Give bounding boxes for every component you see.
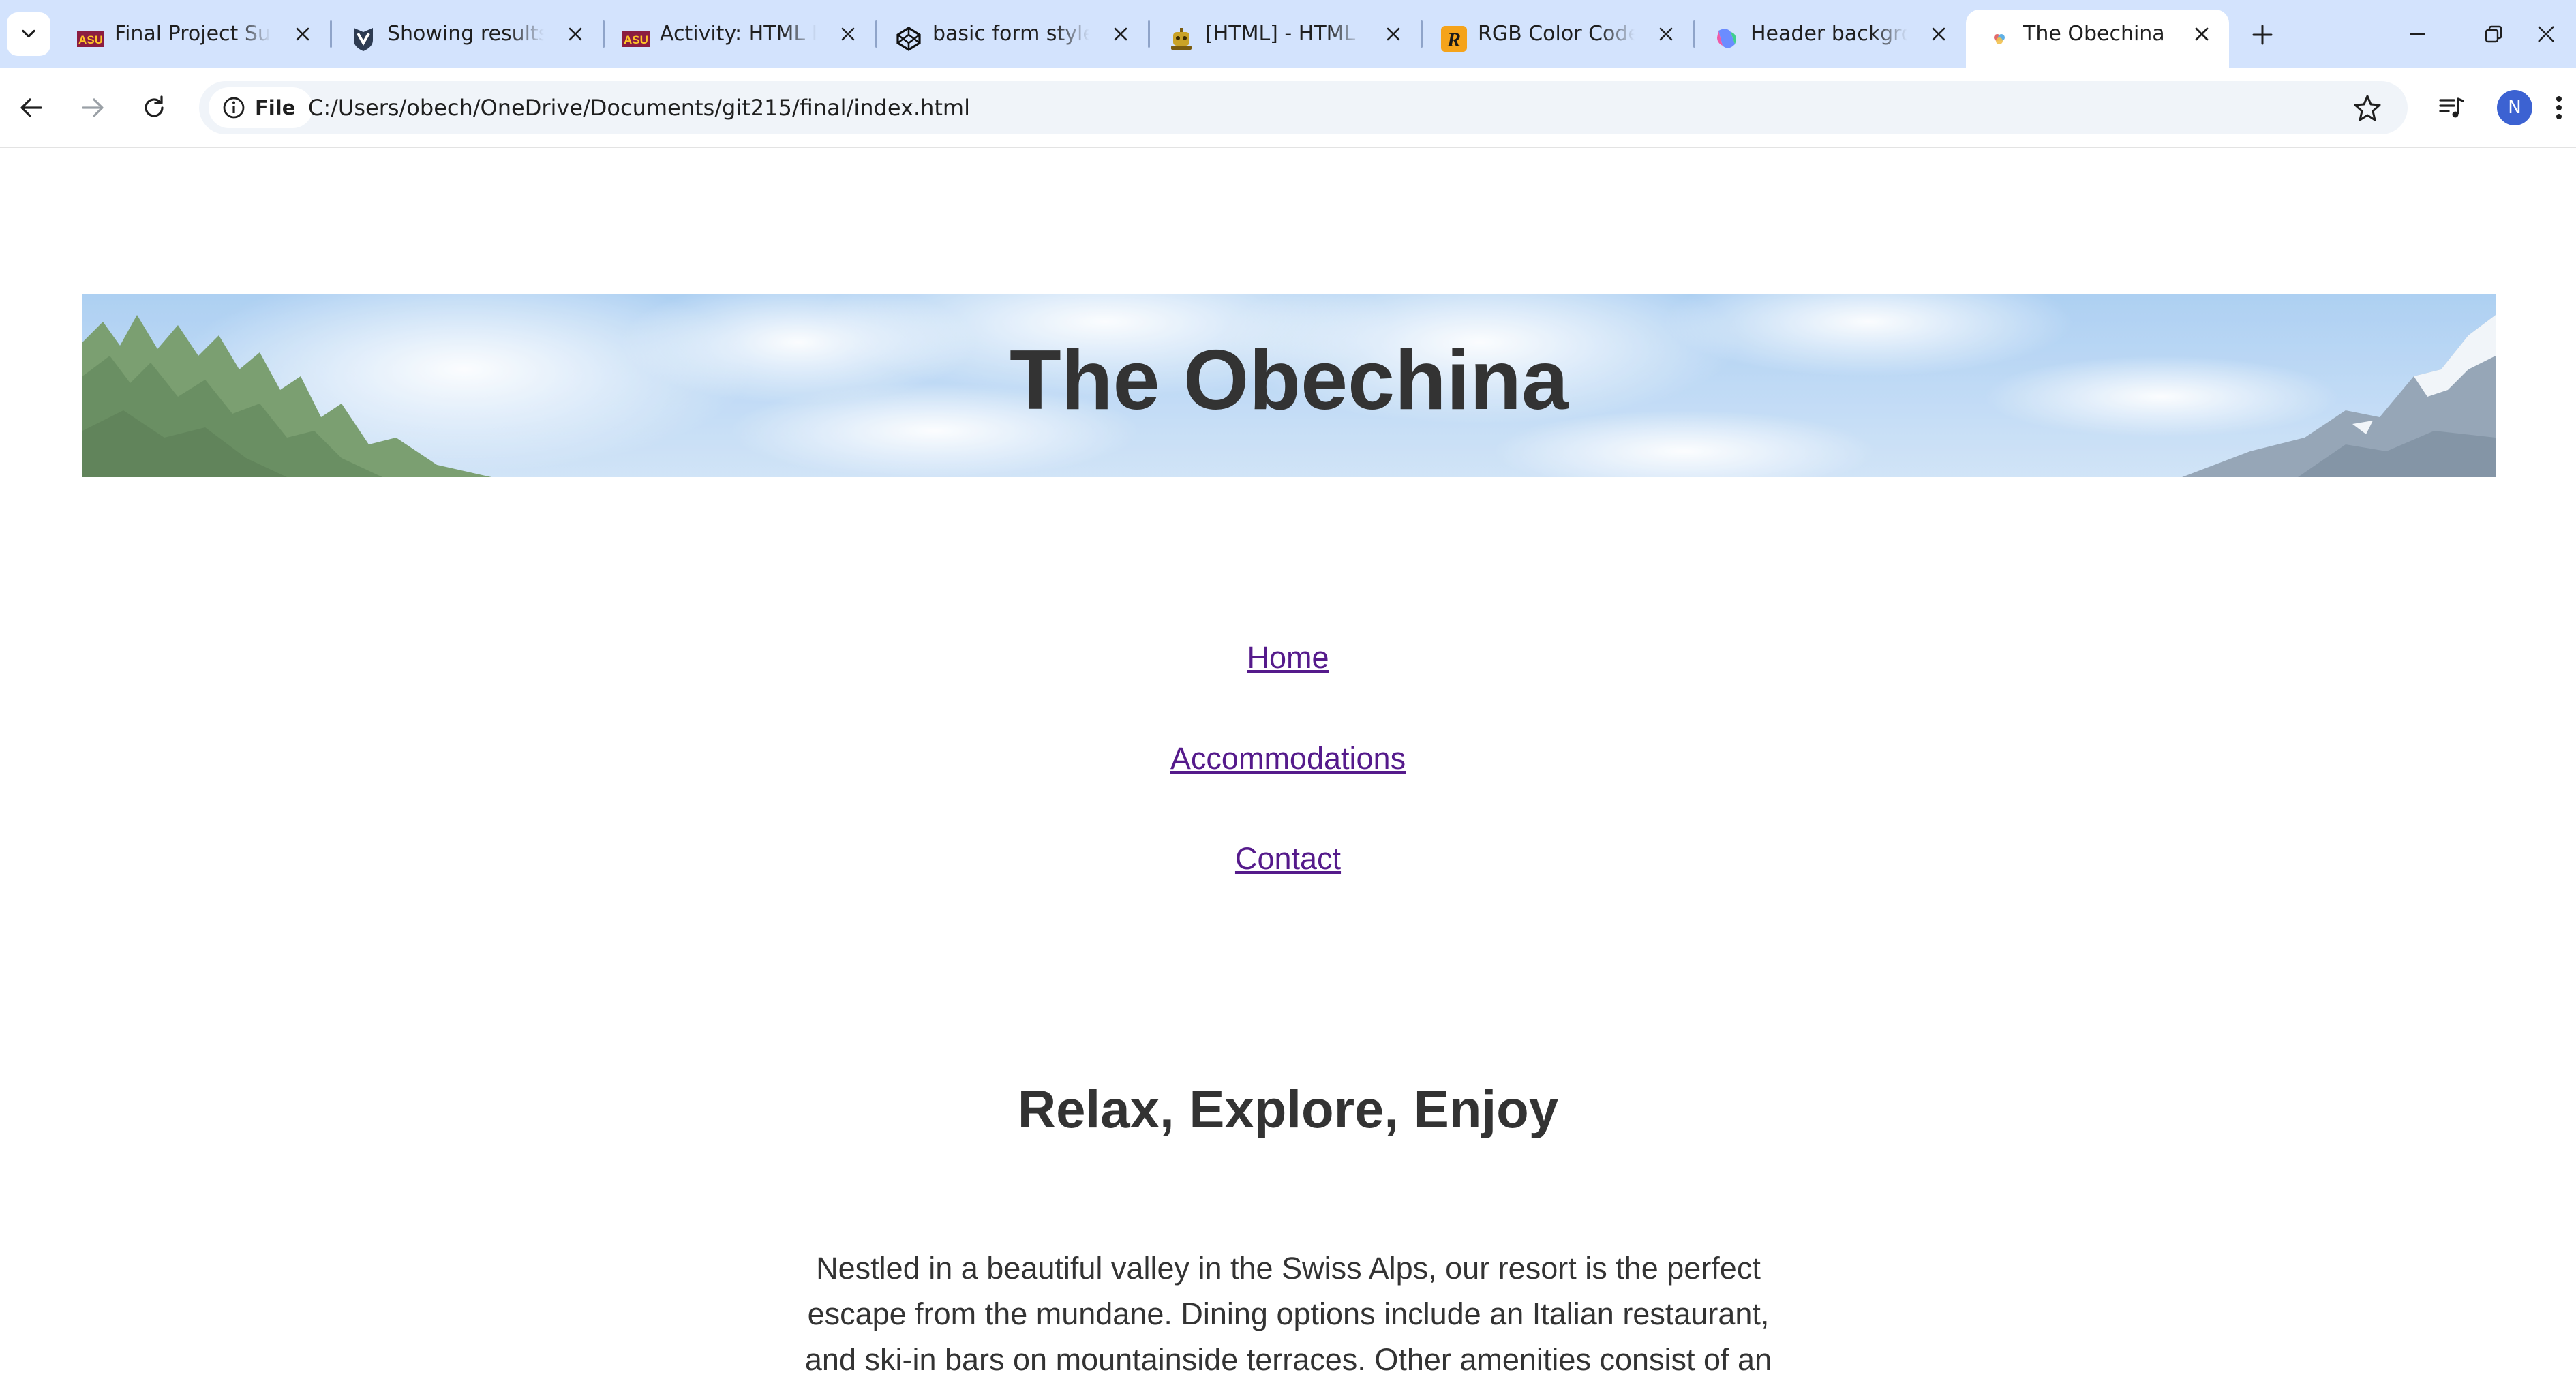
close-icon[interactable] xyxy=(564,23,586,45)
tab-title: Header backgro xyxy=(1751,22,1907,46)
r-logo-icon: R xyxy=(1440,25,1468,53)
browser-window: ASU Final Project Sub Showing results AS… xyxy=(0,0,2576,1381)
intro-paragraph: Nestled in a beautiful valley in the Swi… xyxy=(804,1251,1772,1377)
address-bar[interactable]: File C:/Users/obech/OneDrive/Documents/g… xyxy=(199,81,2408,134)
site-info-chip[interactable]: File xyxy=(209,87,314,128)
tab-rgb-color-codes[interactable]: R RGB Color Code xyxy=(1421,10,1693,68)
codepen-icon xyxy=(894,25,923,53)
tab-title: [HTML] - HTML I xyxy=(1205,22,1362,46)
tab-final-project[interactable]: ASU Final Project Sub xyxy=(57,10,330,68)
asu-logo-icon: ASU xyxy=(76,25,105,53)
new-tab-button[interactable] xyxy=(2243,15,2282,55)
close-window-button[interactable] xyxy=(2536,7,2576,61)
browser-menu-button[interactable] xyxy=(2555,87,2576,128)
tab-strip: ASU Final Project Sub Showing results AS… xyxy=(0,0,2576,68)
media-controls-button[interactable] xyxy=(2431,87,2472,128)
bookmark-button[interactable] xyxy=(2350,91,2384,125)
asu-logo-icon: ASU xyxy=(622,25,650,53)
tab-title: Showing results xyxy=(387,22,544,46)
arrow-right-icon xyxy=(82,98,104,117)
info-icon xyxy=(223,97,245,119)
nav-link-contact[interactable]: Contact xyxy=(0,838,2576,879)
site-chip-label: File xyxy=(255,96,296,119)
close-icon[interactable] xyxy=(837,23,859,45)
shield-logo-icon xyxy=(349,25,378,53)
tab-title: Activity: HTML In xyxy=(660,22,817,46)
more-vertical-icon xyxy=(2556,96,2562,119)
chevron-down-icon xyxy=(22,29,35,38)
arrow-left-icon xyxy=(20,98,42,117)
back-button[interactable] xyxy=(10,86,53,130)
tab-activity-html[interactable]: ASU Activity: HTML In xyxy=(603,10,875,68)
browser-toolbar: File C:/Users/obech/OneDrive/Documents/g… xyxy=(0,68,2576,148)
tab-header-background[interactable]: Header backgro xyxy=(1693,10,1966,68)
tab-title: RGB Color Code xyxy=(1478,22,1635,46)
copilot-icon xyxy=(1712,25,1741,53)
tab-search-button[interactable] xyxy=(7,12,50,56)
page-favicon-icon xyxy=(1985,25,2014,53)
profile-avatar[interactable]: N xyxy=(2497,90,2532,125)
close-icon[interactable] xyxy=(1928,23,1950,45)
url-text[interactable]: C:/Users/obech/OneDrive/Documents/git215… xyxy=(308,81,970,134)
nav-link-home[interactable]: Home xyxy=(0,637,2576,678)
tab-title: Final Project Sub xyxy=(115,22,271,46)
svg-text:ASU: ASU xyxy=(624,33,648,46)
svg-text:R: R xyxy=(1446,29,1461,51)
playlist-music-icon xyxy=(2439,97,2464,118)
restore-icon xyxy=(2485,25,2502,43)
page-viewport: The Obechina Home Accommodations Contact… xyxy=(0,148,2576,1381)
star-icon xyxy=(2354,95,2381,121)
restore-button[interactable] xyxy=(2459,7,2528,61)
forward-button[interactable] xyxy=(71,86,115,130)
tab-title: basic form styles xyxy=(933,22,1089,46)
svg-text:ASU: ASU xyxy=(78,33,103,46)
tab-basic-form-styles[interactable]: basic form styles xyxy=(875,10,1148,68)
tab-title: The Obechina xyxy=(2023,22,2165,46)
close-icon[interactable] xyxy=(1110,23,1132,45)
tab-html-reference[interactable]: [HTML] - HTML I xyxy=(1148,10,1421,68)
site-title: The Obechina xyxy=(1010,333,1569,427)
minimize-icon xyxy=(2410,33,2425,35)
close-icon[interactable] xyxy=(1655,23,1677,45)
robot-icon xyxy=(1167,25,1196,53)
nav-link-accommodations[interactable]: Accommodations xyxy=(0,738,2576,779)
plus-icon xyxy=(2252,25,2273,45)
tab-the-obechina[interactable]: The Obechina xyxy=(1966,10,2229,68)
tab-showing-results[interactable]: Showing results xyxy=(330,10,603,68)
close-icon xyxy=(2538,26,2554,42)
section-heading: Relax, Explore, Enjoy xyxy=(1017,1079,1559,1139)
reload-icon xyxy=(145,95,164,117)
close-icon[interactable] xyxy=(2191,23,2213,45)
minimize-button[interactable] xyxy=(2383,7,2451,61)
header-banner: The Obechina xyxy=(82,294,2496,477)
reload-button[interactable] xyxy=(132,86,176,130)
close-icon[interactable] xyxy=(292,23,314,45)
close-icon[interactable] xyxy=(1382,23,1404,45)
